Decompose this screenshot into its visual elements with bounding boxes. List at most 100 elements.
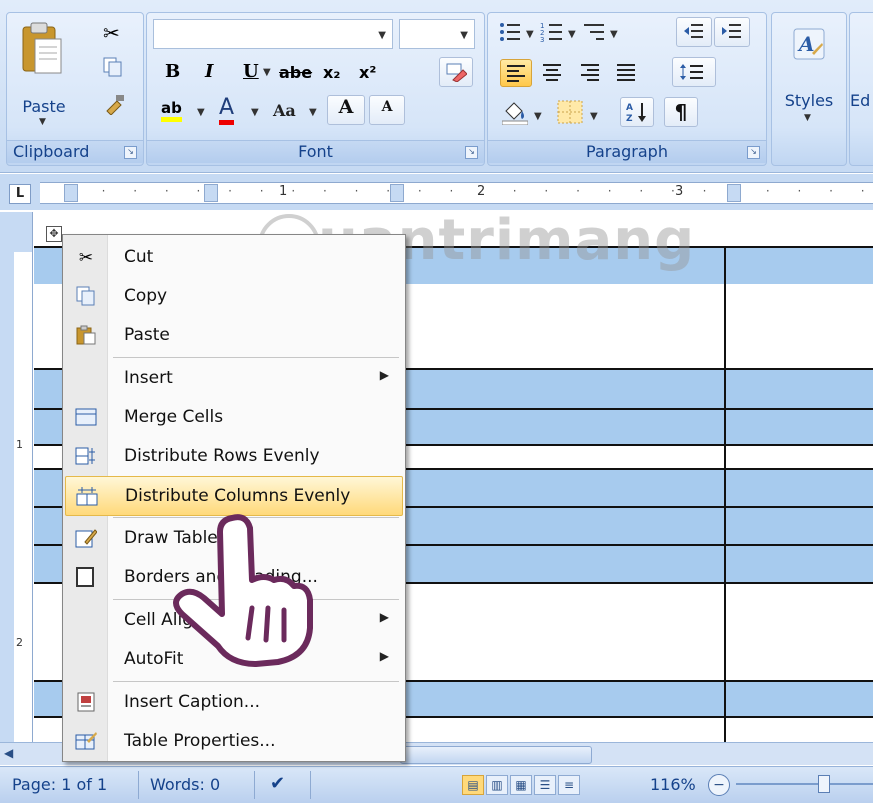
menu-separator (113, 681, 399, 682)
line-spacing-icon (680, 64, 703, 80)
word-count[interactable]: Words: 0 (150, 775, 220, 794)
numbering-dropdown-icon[interactable]: ▼ (568, 29, 576, 40)
menu-separator (113, 357, 399, 358)
subscript-button[interactable]: x₂ (323, 63, 340, 82)
show-hide-button[interactable]: ¶ (664, 97, 698, 127)
italic-button[interactable]: I (205, 61, 213, 82)
clear-formatting-button[interactable] (439, 57, 473, 87)
menu-item-table-properties[interactable]: Table Properties... (63, 722, 405, 760)
column-marker-icon[interactable] (204, 184, 218, 202)
multilevel-list-button[interactable] (582, 21, 606, 47)
submenu-arrow-icon: ▶ (379, 610, 389, 624)
zoom-level[interactable]: 116% (650, 775, 696, 794)
sort-button[interactable]: AZ (620, 97, 654, 127)
bullets-dropdown-icon[interactable]: ▼ (526, 29, 534, 40)
increase-indent-icon (722, 24, 741, 38)
justify-icon (617, 64, 635, 81)
draw-table-icon (75, 528, 98, 550)
font-name-combobox[interactable]: ▼ (153, 19, 393, 49)
full-screen-reading-icon[interactable]: ▥ (486, 775, 508, 795)
border-grid-icon (557, 100, 583, 124)
menu-item-insert-caption[interactable]: Insert Caption... (63, 683, 405, 721)
copy-button[interactable] (103, 57, 123, 81)
horizontal-ruler: L · · · · · · · · · · · · · · · · · · · … (0, 174, 873, 210)
align-right-button[interactable] (580, 63, 600, 85)
styles-group[interactable]: A Styles ▼ (771, 12, 847, 166)
align-center-button[interactable] (542, 63, 562, 85)
borders-dropdown-icon[interactable]: ▼ (590, 111, 598, 122)
underline-button[interactable]: U (243, 61, 259, 82)
page-count[interactable]: Page: 1 of 1 (12, 775, 107, 794)
highlight-button[interactable]: ab (161, 99, 182, 122)
word-window: Paste ▼ ✂ Clipboard ↘ ▼ ▼ B I U ▼ abe x₂… (0, 0, 873, 803)
font-size-combobox[interactable]: ▼ (399, 19, 475, 49)
borders-button[interactable] (556, 99, 584, 129)
menu-item-paste[interactable]: Paste (63, 316, 405, 354)
column-marker-icon[interactable] (727, 184, 741, 202)
paste-button[interactable]: Paste ▼ (15, 19, 73, 131)
bold-button[interactable]: B (165, 61, 180, 82)
increase-indent-button[interactable] (714, 17, 750, 47)
strikethrough-button[interactable]: abe (279, 63, 312, 82)
menu-item-copy[interactable]: Copy (63, 277, 405, 315)
font-color-dropdown-icon[interactable]: ▼ (251, 107, 259, 118)
outline-view-icon[interactable]: ☰ (534, 775, 556, 795)
proofing-icon[interactable]: ✔ (270, 773, 285, 794)
dialog-launcher-icon[interactable]: ↘ (465, 146, 478, 159)
svg-text:3: 3 (540, 36, 544, 43)
grow-font-button[interactable]: A (327, 95, 365, 125)
chevron-down-icon: ▼ (39, 117, 46, 127)
zoom-slider-thumb[interactable] (818, 775, 830, 793)
underline-dropdown-icon[interactable]: ▼ (263, 67, 271, 78)
tab-selector[interactable]: L (9, 184, 31, 204)
shading-button[interactable] (501, 101, 529, 129)
editing-group[interactable]: Ed (849, 12, 873, 166)
multilevel-list-icon (584, 24, 604, 40)
font-color-button[interactable]: A (219, 95, 235, 125)
font-group-label: Font (147, 140, 484, 163)
vertical-ruler-mark-1: 1 (16, 438, 23, 451)
highlight-dropdown-icon[interactable]: ▼ (197, 107, 205, 118)
change-case-dropdown-icon[interactable]: ▼ (309, 107, 317, 118)
shrink-font-button[interactable]: A (369, 95, 405, 125)
zoom-out-icon[interactable]: − (708, 774, 730, 796)
scroll-left-icon[interactable]: ◀ (4, 746, 13, 760)
decrease-indent-icon (684, 24, 703, 38)
change-case-button[interactable]: Aa (273, 101, 296, 120)
ruler-bar[interactable]: · · · · · · · · · · · · · · · · · · · · … (40, 182, 873, 204)
bullets-button[interactable] (498, 21, 522, 47)
zoom-slider-track[interactable] (736, 783, 873, 785)
align-right-icon (581, 64, 599, 81)
superscript-button[interactable]: x² (359, 63, 376, 82)
styles-label: Styles (784, 91, 834, 110)
draft-view-icon[interactable]: ≡ (558, 775, 580, 795)
left-margin-strip (0, 212, 8, 746)
ribbon: Paste ▼ ✂ Clipboard ↘ ▼ ▼ B I U ▼ abe x₂… (0, 0, 873, 173)
shading-dropdown-icon[interactable]: ▼ (534, 111, 542, 122)
print-layout-view-icon[interactable]: ▤ (462, 775, 484, 795)
align-left-button[interactable] (500, 59, 532, 87)
format-painter-button[interactable] (103, 93, 125, 119)
vertical-ruler-page (14, 252, 32, 746)
dialog-launcher-icon[interactable]: ↘ (124, 146, 137, 159)
line-spacing-button[interactable] (672, 57, 716, 87)
justify-button[interactable] (616, 63, 636, 85)
column-marker-icon[interactable] (390, 184, 404, 202)
chevron-down-icon: ▼ (378, 30, 386, 41)
decrease-indent-button[interactable] (676, 17, 712, 47)
numbering-button[interactable]: 123 (540, 21, 564, 47)
scroll-thumb[interactable] (400, 746, 592, 764)
dialog-launcher-icon[interactable]: ↘ (747, 146, 760, 159)
web-layout-icon[interactable]: ▦ (510, 775, 532, 795)
menu-item-merge-cells[interactable]: Merge Cells (63, 398, 405, 436)
column-marker-icon[interactable] (64, 184, 78, 202)
font-group: ▼ ▼ B I U ▼ abe x₂ x² ab ▼ A ▼ Aa ▼ A A … (146, 12, 485, 166)
menu-item-cut[interactable]: ✂ Cut (63, 238, 405, 276)
vertical-ruler[interactable]: 1 2 (8, 212, 33, 746)
multilevel-dropdown-icon[interactable]: ▼ (610, 29, 618, 40)
table-move-handle-icon[interactable]: ✥ (46, 226, 62, 242)
menu-item-insert[interactable]: Insert ▶ (63, 359, 405, 397)
numbering-icon: 123 (540, 22, 562, 44)
cut-button[interactable]: ✂ (103, 21, 120, 45)
menu-item-distribute-rows[interactable]: Distribute Rows Evenly (63, 437, 405, 475)
